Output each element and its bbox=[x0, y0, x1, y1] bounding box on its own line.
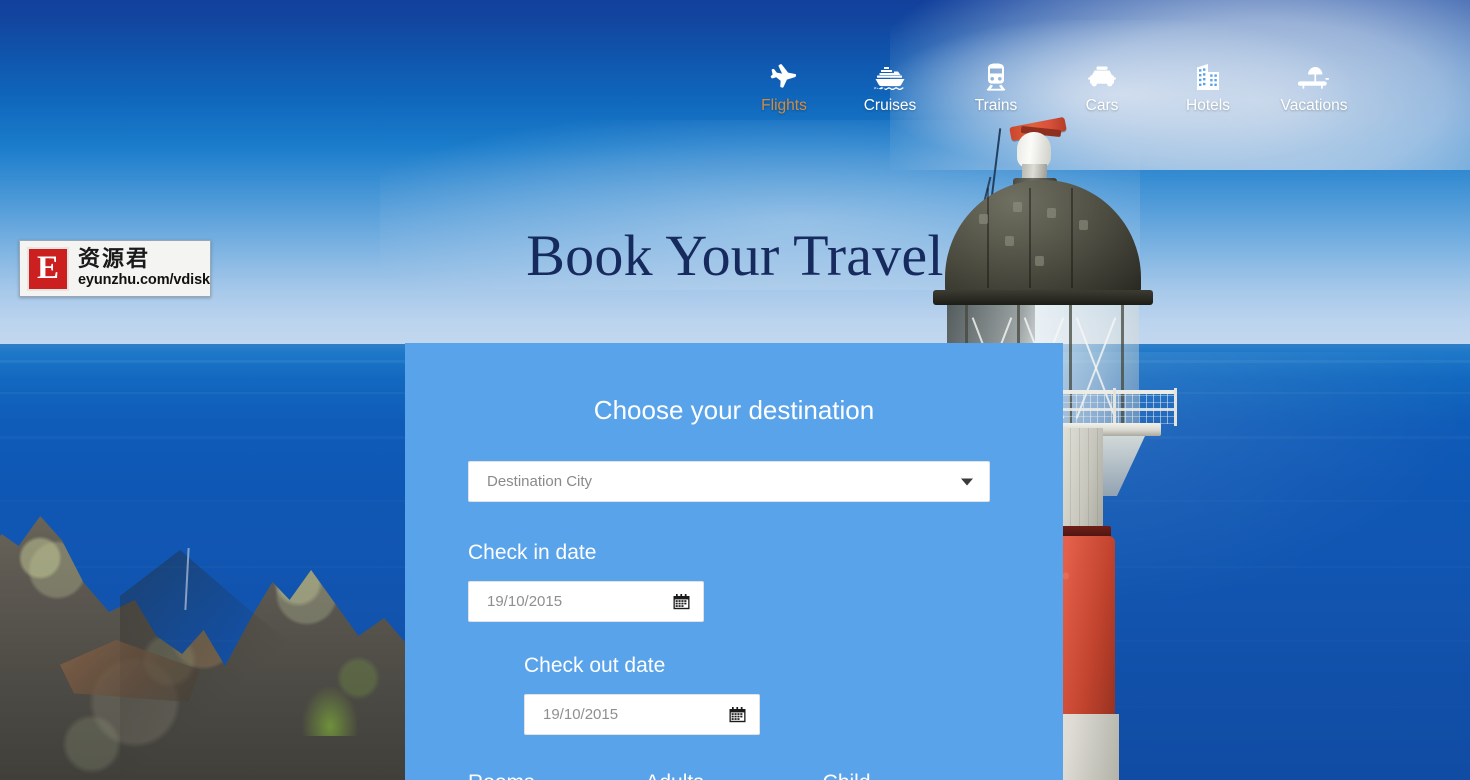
destination-city-select[interactable]: Destination City bbox=[468, 461, 990, 502]
child-label: Child bbox=[823, 771, 1000, 780]
nav-item-hotels[interactable]: Hotels bbox=[1172, 62, 1244, 115]
train-icon bbox=[985, 62, 1007, 92]
panel-heading: Choose your destination bbox=[593, 395, 875, 425]
nav-item-cruises[interactable]: Cruises bbox=[854, 62, 926, 115]
chevron-down-icon bbox=[961, 478, 973, 485]
occupancy-row: Rooms Adults Child bbox=[405, 771, 1063, 780]
child-column: Child bbox=[823, 771, 1000, 780]
nav-label: Cars bbox=[1085, 97, 1119, 114]
calendar-icon[interactable] bbox=[673, 593, 690, 610]
calendar-icon[interactable] bbox=[729, 706, 746, 723]
nav-item-flights[interactable]: Flights bbox=[748, 62, 820, 115]
check-out-field-row: Check out date 19/10/2015 bbox=[405, 654, 1063, 735]
beach-umbrella-icon bbox=[1298, 62, 1330, 92]
dome-bolt bbox=[1013, 202, 1022, 212]
destination-field-row: Destination City bbox=[405, 461, 1063, 502]
check-in-field-row: Check in date 19/10/2015 bbox=[405, 541, 1063, 622]
watermark-url: eyunzhu.com/vdisk bbox=[77, 272, 210, 288]
page-title: Book Your Travel bbox=[526, 223, 944, 288]
watermark-text: 资源君 eyunzhu.com/vdisk bbox=[78, 248, 210, 289]
watermark-badge-letter: E bbox=[36, 250, 59, 286]
cruise-ship-icon bbox=[874, 62, 906, 92]
nav-item-cars[interactable]: Cars bbox=[1066, 62, 1138, 115]
nav-item-vacations[interactable]: Vacations bbox=[1278, 62, 1350, 115]
railing-post bbox=[1174, 388, 1177, 426]
nav-label: Vacations bbox=[1280, 97, 1348, 114]
check-in-label: Check in date bbox=[468, 541, 597, 564]
watermark-logo: E 资源君 eyunzhu.com/vdisk bbox=[19, 240, 211, 297]
booking-form-panel: Choose your destination Destination City… bbox=[405, 343, 1063, 780]
car-icon bbox=[1087, 62, 1117, 92]
hotel-building-icon bbox=[1195, 62, 1221, 92]
plane-icon bbox=[770, 62, 798, 92]
rooms-column: Rooms bbox=[468, 771, 645, 780]
nav-label: Trains bbox=[974, 97, 1018, 114]
nav-label: Flights bbox=[761, 97, 807, 114]
lighthouse-cornice bbox=[933, 290, 1153, 305]
nav-label: Hotels bbox=[1186, 97, 1230, 114]
page-root: Flights Cruises Trains Cars Hotels Vacat… bbox=[0, 0, 1470, 780]
watermark-badge-icon: E bbox=[27, 246, 69, 291]
railing-post bbox=[1113, 388, 1116, 426]
main-navigation: Flights Cruises Trains Cars Hotels Vacat… bbox=[748, 62, 1350, 115]
nav-label: Cruises bbox=[863, 97, 917, 114]
check-out-date-input[interactable]: 19/10/2015 bbox=[524, 694, 760, 735]
check-in-date-value: 19/10/2015 bbox=[487, 593, 563, 610]
watermark-brand-name: 资源君 bbox=[77, 247, 150, 272]
nav-item-trains[interactable]: Trains bbox=[960, 62, 1032, 115]
lighthouse-finial bbox=[1017, 132, 1051, 168]
rooms-label: Rooms bbox=[468, 771, 645, 780]
check-out-date-value: 19/10/2015 bbox=[543, 706, 619, 723]
rock-grass bbox=[302, 686, 358, 736]
check-out-label: Check out date bbox=[524, 654, 666, 677]
destination-city-value: Destination City bbox=[487, 473, 593, 490]
adults-label: Adults bbox=[645, 771, 822, 780]
dome-bolt bbox=[1047, 208, 1056, 218]
check-in-date-input[interactable]: 19/10/2015 bbox=[468, 581, 704, 622]
adults-column: Adults bbox=[645, 771, 822, 780]
